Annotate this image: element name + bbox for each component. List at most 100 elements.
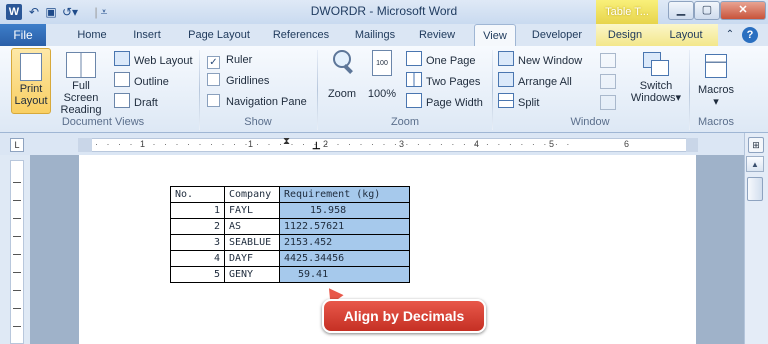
vruler-tick [13,308,21,309]
table-cell[interactable]: AS [224,218,280,235]
table-header-cell[interactable]: Company [224,186,280,203]
vruler-tick [13,236,21,237]
group-label-show: Show [244,116,272,128]
view-side-by-side-icon[interactable] [600,53,616,68]
split-button[interactable]: Split [498,93,539,112]
vertical-ruler[interactable] [10,160,24,344]
web-layout-button[interactable]: Web Layout [114,51,193,70]
indent-marker-icon[interactable]: ⧗ [283,136,290,147]
zoom-label: Zoom [327,88,357,100]
table-cell[interactable]: GENY [224,266,280,283]
table-cell[interactable]: 1122.57621 [279,218,410,235]
table-header-cell[interactable]: Requirement (kg) [279,186,410,203]
tab-home[interactable]: Home [70,24,114,46]
page-100-icon: 100 [372,50,392,76]
full-screen-label-2: Reading [60,104,102,116]
table-cell[interactable]: 2 [170,218,225,235]
synchronous-scrolling-icon[interactable] [600,74,616,89]
switch-windows-label-2: Windows [630,92,676,104]
arrange-all-icon [498,72,514,87]
ruler-left-margin [78,138,92,152]
table-cell[interactable]: 1 [170,202,225,219]
table-cell[interactable]: 4 [170,250,225,267]
vruler-tick [13,182,21,183]
scroll-up-icon[interactable]: ▲ [746,156,764,172]
switch-windows-icon [643,52,669,76]
table-cell[interactable]: SEABLUE [224,234,280,251]
ruler-label: Ruler [226,54,253,66]
table-cell[interactable]: 3 [170,234,225,251]
outline-button[interactable]: Outline [114,72,169,91]
close-icon[interactable]: ✕ [720,1,766,20]
tab-layout[interactable]: Layout [664,24,708,46]
zoom-button[interactable]: Zoom [322,50,362,114]
scroll-thumb[interactable] [747,177,763,201]
tab-selector-icon[interactable]: L [10,138,24,152]
vruler-tick [13,272,21,273]
table-header-cell[interactable]: No. [170,186,225,203]
minimize-icon[interactable]: ▁ [668,1,694,20]
view-ruler-icon[interactable]: ⊞ [748,137,764,153]
group-label-macros: Macros [697,116,735,128]
page-width-label: Page Width [426,97,483,109]
tab-references[interactable]: References [268,24,334,46]
group-label-document-views: Document Views [61,116,145,128]
help-icon[interactable]: ? [742,27,758,43]
decimal-tab-stop-icon[interactable]: ⊥ [312,141,321,152]
tab-insert[interactable]: Insert [126,24,168,46]
zoom-100-label: 100% [367,88,397,100]
print-layout-label-1: Print [19,83,43,95]
web-layout-label: Web Layout [134,55,193,67]
new-window-button[interactable]: New Window [498,51,582,70]
tab-developer[interactable]: Developer [526,24,588,46]
switch-windows-button[interactable]: Switch Windows▾ [626,50,686,114]
book-icon [66,52,96,78]
vruler-tick [13,200,21,201]
tab-design[interactable]: Design [602,24,648,46]
tab-view[interactable]: View [474,24,516,47]
one-page-button[interactable]: One Page [406,51,476,70]
minimize-ribbon-icon[interactable]: ⌃ [722,24,738,46]
one-page-icon [406,51,422,66]
table-cell[interactable]: 59.41 [279,266,410,283]
two-pages-button[interactable]: Two Pages [406,72,480,91]
gridlines-label: Gridlines [226,75,270,87]
tab-page-layout[interactable]: Page Layout [184,24,254,46]
chevron-down-icon: ▾ [675,92,682,104]
full-screen-reading-button[interactable]: Full Screen Reading [54,50,108,116]
gridlines-checkbox[interactable]: Gridlines [207,72,269,91]
new-window-label: New Window [518,55,583,67]
zoom-100-button[interactable]: 100 100% [366,50,398,114]
reset-window-position-icon[interactable] [600,95,616,110]
group-separator [689,50,690,130]
draft-icon [114,93,130,108]
table-row: 3 SEABLUE 2153.452 [170,234,410,251]
requirements-table[interactable]: No. Company Requirement (kg) 1 FAYL 15.9… [170,186,410,283]
group-separator [317,50,318,130]
page-width-icon [406,93,422,108]
table-cell[interactable]: FAYL [224,202,280,219]
macros-button[interactable]: Macros ▾ [694,50,738,114]
table-cell[interactable]: 2153.452 [279,234,410,251]
table-cell[interactable]: DAYF [224,250,280,267]
table-cell[interactable]: 15.958 [279,202,410,219]
tab-review[interactable]: Review [414,24,460,46]
print-layout-button[interactable]: Print Layout [11,48,51,114]
navigation-pane-checkbox[interactable]: Navigation Pane [207,93,307,112]
navigation-pane-check-icon [207,94,220,107]
maximize-icon[interactable]: ▢ [694,1,720,20]
ruler-checkbox[interactable]: ✓ Ruler [207,51,252,70]
table-row: 5 GENY 59.41 [170,266,410,283]
draft-button[interactable]: Draft [114,93,158,112]
table-cell[interactable]: 4425.34456 [279,250,410,267]
arrange-all-button[interactable]: Arrange All [498,72,572,91]
table-cell[interactable]: 5 [170,266,225,283]
ruler-number: 4 [474,139,480,149]
tab-mailings[interactable]: Mailings [349,24,401,46]
chevron-down-icon: ▾ [713,96,719,108]
page-width-button[interactable]: Page Width [406,93,483,112]
macros-label: Macros [697,84,735,96]
tab-file[interactable]: File [0,24,46,46]
two-pages-label: Two Pages [426,76,481,88]
outline-icon [114,72,130,87]
